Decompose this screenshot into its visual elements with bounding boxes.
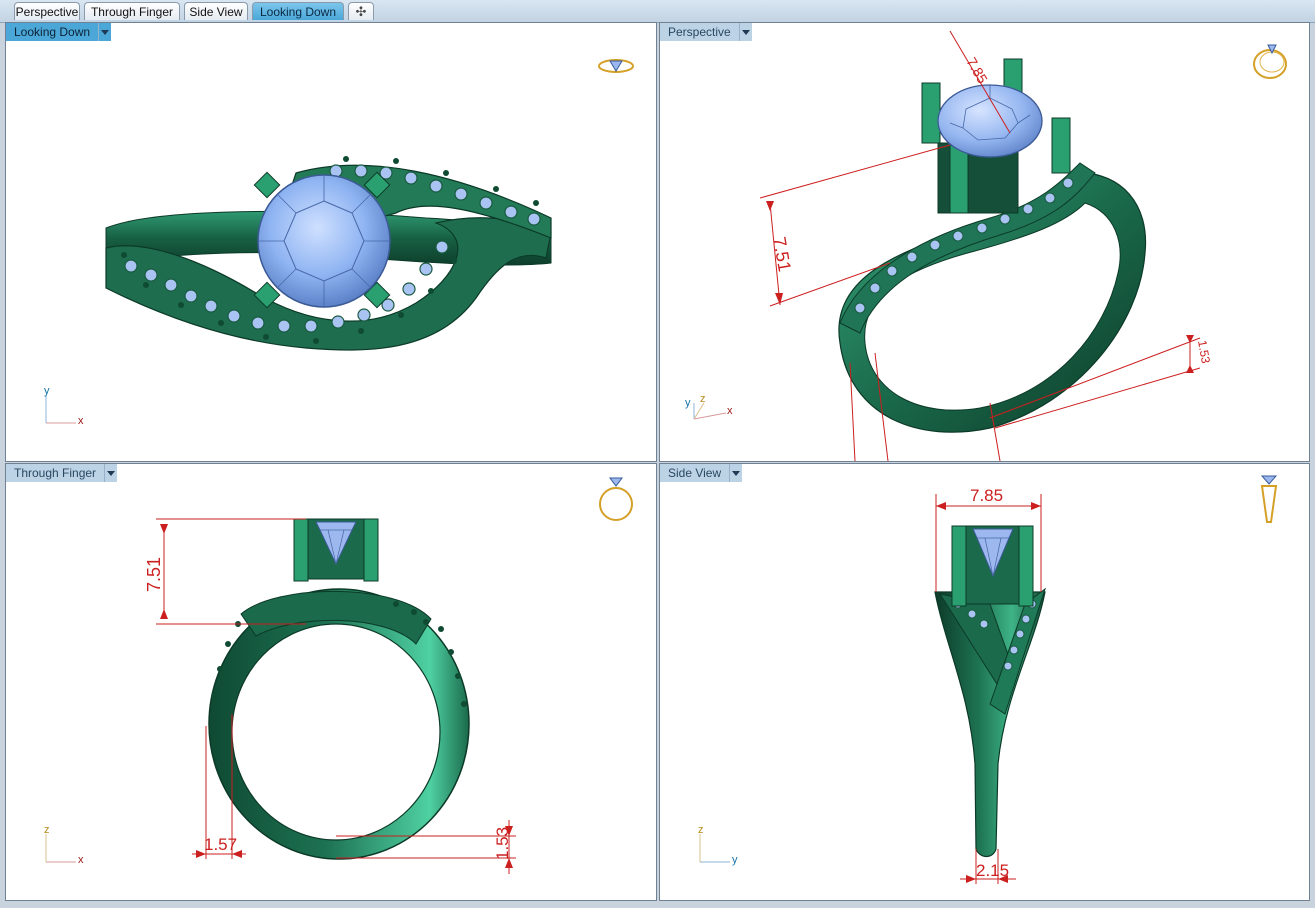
viewport-title-bar: Perspective <box>660 23 752 41</box>
axis-y-label: y <box>685 397 691 409</box>
axis-widget: y z x <box>684 393 744 428</box>
axis-y-label: y <box>44 385 50 397</box>
viewport-side-view[interactable]: Side View 7.85 2.15 z y <box>659 463 1310 901</box>
add-tab-button[interactable]: ✣ <box>348 2 374 20</box>
viewport-menu-dropdown-icon[interactable] <box>730 464 743 482</box>
viewport-title[interactable]: Through Finger <box>6 464 106 482</box>
axis-y-label: y <box>732 854 738 866</box>
viewport-through-finger[interactable]: Through Finger 7.51 1.57 1.53 z x <box>5 463 657 901</box>
axis-widget: z y <box>694 824 744 871</box>
axis-x-label: x <box>78 415 84 427</box>
dim-band-label: 1.53 <box>1195 339 1213 365</box>
dim-height-label: 7.51 <box>769 235 795 273</box>
viewport-menu-dropdown-icon[interactable] <box>99 23 112 41</box>
axis-z-label: z <box>700 393 706 405</box>
axis-widget: y x <box>40 385 90 432</box>
tab-through-finger[interactable]: Through Finger <box>84 2 180 20</box>
viewport-tab-bar: Perspective Through Finger Side View Loo… <box>0 0 1315 23</box>
ring-top-icon[interactable] <box>596 53 636 84</box>
axis-widget: z x <box>40 824 90 871</box>
dim-stone-label: 7.85 <box>963 55 991 87</box>
viewport-title-bar: Through Finger <box>6 464 118 482</box>
viewport-perspective[interactable]: Perspective 7.51 7.85 1.53 y z x <box>659 22 1310 462</box>
axis-x-label: x <box>78 854 84 866</box>
dim-stone-label: 7.85 <box>970 486 1003 505</box>
viewport-looking-down[interactable]: Looking Down y x <box>5 22 657 462</box>
viewport-menu-dropdown-icon[interactable] <box>105 464 118 482</box>
dim-width-label: 1.57 <box>204 835 237 854</box>
ring-perspective-icon[interactable] <box>1250 39 1290 88</box>
ring-model-side-view[interactable]: 7.85 2.15 <box>660 464 1309 900</box>
axis-x-label: x <box>727 405 733 417</box>
viewport-title[interactable]: Perspective <box>660 23 740 41</box>
axis-z-label: z <box>698 824 704 836</box>
tab-perspective[interactable]: Perspective <box>14 2 80 20</box>
ring-front-icon[interactable] <box>598 474 634 531</box>
dim-band-label: 1.53 <box>493 827 512 860</box>
ring-model-front-view[interactable]: 7.51 1.57 1.53 <box>6 464 656 900</box>
viewport-title[interactable]: Side View <box>660 464 731 482</box>
tab-side-view[interactable]: Side View <box>184 2 248 20</box>
viewport-title-bar: Side View <box>660 464 743 482</box>
viewport-title-bar: Looking Down <box>6 23 112 41</box>
viewport-menu-dropdown-icon[interactable] <box>739 23 752 41</box>
dim-shank-label: 2.15 <box>976 861 1009 880</box>
ring-side-icon[interactable] <box>1254 472 1284 533</box>
ring-model-top-view[interactable] <box>6 23 656 461</box>
ring-model-perspective[interactable]: 7.51 7.85 1.53 <box>660 23 1309 461</box>
axis-z-label: z <box>44 824 50 836</box>
viewport-title[interactable]: Looking Down <box>6 23 100 41</box>
tab-looking-down[interactable]: Looking Down <box>252 2 344 20</box>
dim-height-label: 7.51 <box>144 557 164 592</box>
